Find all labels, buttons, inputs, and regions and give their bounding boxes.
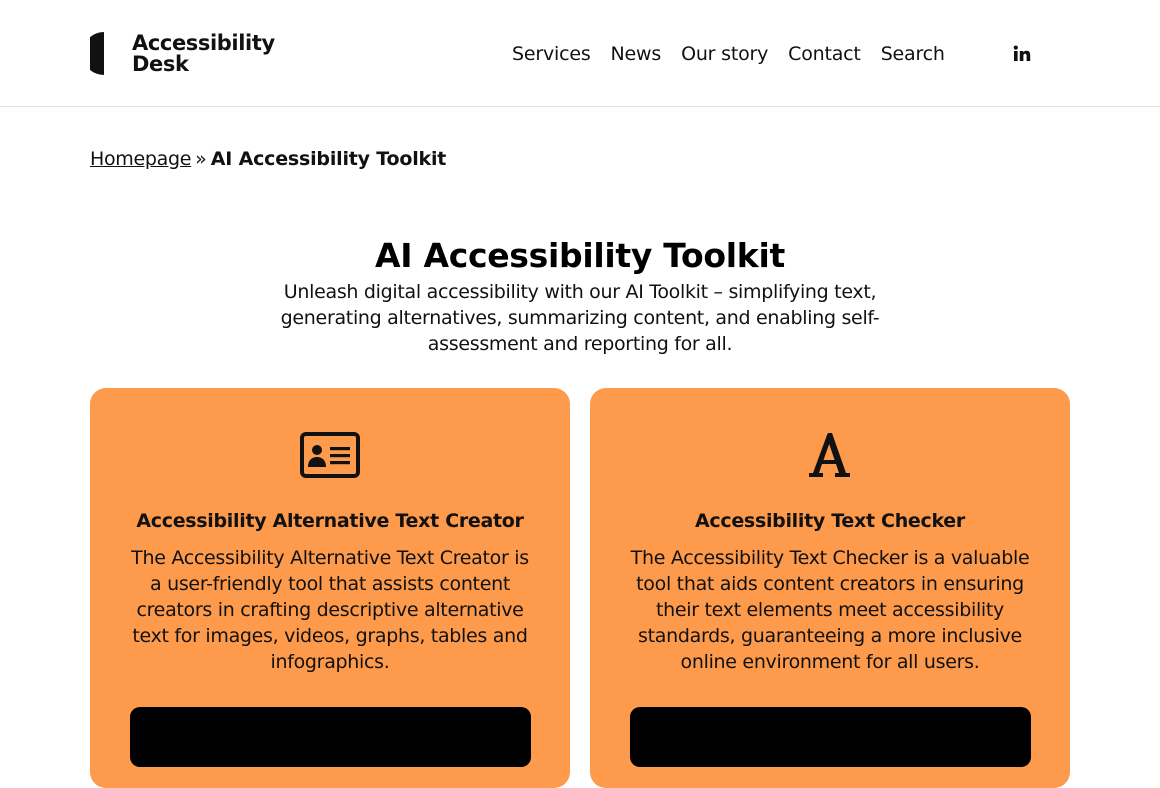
card-description: The Accessibility Alternative Text Creat… <box>131 547 529 673</box>
nav-services[interactable]: Services <box>512 40 591 68</box>
card-title: Accessibility Text Checker <box>695 510 965 532</box>
site-header: Accessibility Desk Services News Our sto… <box>0 0 1160 107</box>
card-title: Accessibility Alternative Text Creator <box>136 510 524 532</box>
breadcrumb-separator: » <box>195 148 207 170</box>
card-description: The Accessibility Text Checker is a valu… <box>630 547 1030 673</box>
card-text-checker: Accessibility Text Checker The Accessibi… <box>590 388 1070 788</box>
nav-search[interactable]: Search <box>881 40 945 68</box>
card-action-button[interactable] <box>130 707 531 767</box>
breadcrumb: Homepage» AI Accessibility Toolkit <box>90 146 446 172</box>
nav-contact[interactable]: Contact <box>788 40 861 68</box>
nav-our-story[interactable]: Our story <box>681 40 768 68</box>
logo-text: Accessibility Desk <box>132 32 275 76</box>
page-title: AI Accessibility Toolkit <box>375 236 785 275</box>
linkedin-icon[interactable] <box>1012 44 1032 64</box>
card-action-button[interactable] <box>630 707 1031 767</box>
breadcrumb-current: AI Accessibility Toolkit <box>210 148 447 170</box>
page-description: Unleash digital accessibility with our A… <box>280 281 880 355</box>
logo-mark-icon <box>90 32 126 75</box>
id-card-icon <box>300 432 360 478</box>
main-nav: Services News Our story Contact Search <box>512 40 965 68</box>
nav-news[interactable]: News <box>611 40 662 68</box>
font-letter-a-icon <box>809 433 850 477</box>
logo-link[interactable]: Accessibility Desk <box>90 31 275 76</box>
breadcrumb-home-link[interactable]: Homepage <box>90 148 191 170</box>
card-alt-text-creator: Accessibility Alternative Text Creator T… <box>90 388 570 788</box>
hero-section: AI Accessibility Toolkit Unleash digital… <box>0 234 1160 357</box>
logo-line2: Desk <box>132 51 189 76</box>
